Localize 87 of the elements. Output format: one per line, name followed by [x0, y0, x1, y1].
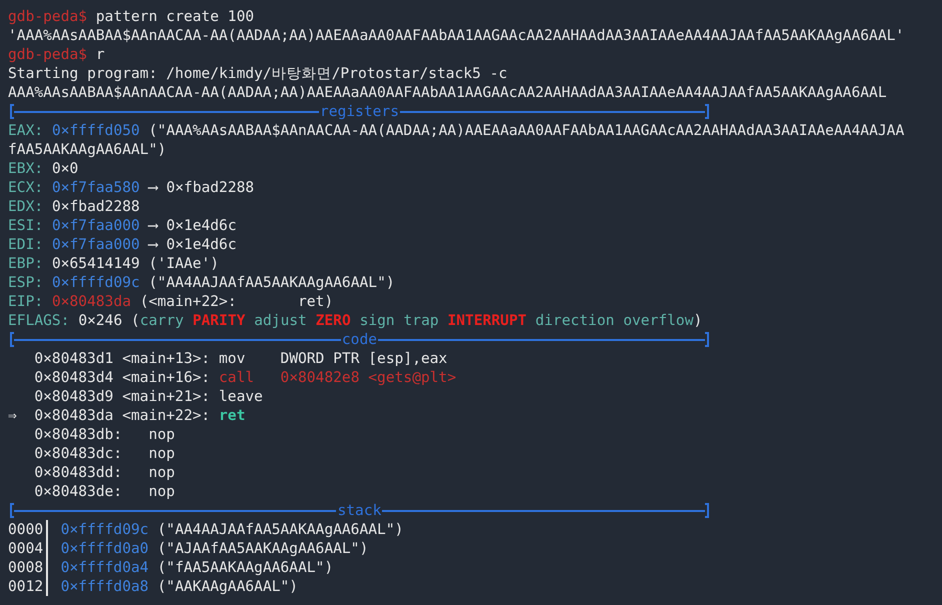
- pointer-arrow: ⟶: [148, 236, 158, 253]
- output-text: (: [131, 312, 140, 329]
- output-text: 0×80483d1: [34, 350, 114, 367]
- output-text: 0×fbad2288: [166, 179, 254, 196]
- address-text: 0×f7faa000: [52, 236, 140, 253]
- output-text: nop: [148, 445, 175, 462]
- flag-text: adjust: [254, 312, 307, 329]
- register-label: EBP:: [8, 255, 44, 272]
- prompt-text: gdb-peda$: [8, 8, 88, 25]
- output-text: ("AAKAAgAA6AAL"): [157, 578, 298, 595]
- flag-text: sign: [360, 312, 395, 329]
- flag-text: overflow: [623, 312, 694, 329]
- output-text: 0×80483dc:: [34, 445, 122, 462]
- flag-text: carry: [140, 312, 184, 329]
- output-text: fAA5AAKAAgAA6AAL"): [8, 141, 166, 158]
- address-text: 0×80483da: [52, 293, 132, 310]
- section-title: code: [340, 331, 378, 348]
- output-text: AAA%AAsAABAA$AAnAACAA-AA(AADAA;AA)AAEAAaAA0AAFAAbAA1AAGAAcAA2AAHAAdAA3AAIAAeAA4AAJAAfAA5AAKAAgAA6AAL: [8, 84, 887, 101]
- output-text: 0×80483d9: [34, 388, 114, 405]
- register-label: ESP:: [8, 274, 44, 291]
- output-text: ): [694, 312, 702, 329]
- stack-offset: 0000: [8, 521, 44, 538]
- output-text: r: [96, 46, 105, 63]
- output-text: <main+21>:: [122, 388, 210, 405]
- output-text: ("AA4AAJAAfAA5AAKAAgAA6AAL"): [157, 521, 404, 538]
- address-text: 0×ffffd09c: [60, 521, 149, 538]
- output-text: DWORD PTR [esp],eax: [280, 350, 448, 367]
- flag-text: trap: [404, 312, 439, 329]
- address-text: 0×ffffd0a4: [60, 559, 149, 576]
- output-text: nop: [148, 464, 175, 481]
- output-text: ("AA4AAJAAfAA5AAKAAgAA6AAL"): [148, 274, 395, 291]
- address-text: 0×ffffd09c: [52, 274, 140, 291]
- register-label: EDX:: [8, 198, 44, 215]
- register-label: ECX:: [8, 179, 44, 196]
- prompt-text: gdb-peda$: [8, 46, 88, 63]
- output-text: 0×65414149: [52, 255, 140, 272]
- output-text: nop: [148, 483, 175, 500]
- register-label: EFLAGS:: [8, 312, 70, 329]
- flag-text: PARITY: [192, 312, 246, 329]
- section-title: stack: [336, 502, 382, 519]
- output-text: pattern create 100: [96, 8, 254, 25]
- output-text: 0×80483de:: [34, 483, 122, 500]
- output-text: ("fAA5AAKAAgAA6AAL"): [157, 559, 334, 576]
- output-text: 'AAA%AAsAABAA$AAnAACAA-AA(AADAA;AA)AAEAAaAA0AAFAAbAA1AAGAAcAA2AAHAAdAA3AAIAAeAA4AAJAAfAA5AAKAAgAA6AAL': [8, 27, 904, 44]
- address-text: 0×ffffd0a0: [60, 540, 149, 557]
- stack-offset: 0004: [8, 540, 44, 557]
- register-label: EDI:: [8, 236, 44, 253]
- output-text: ("AAA%AAsAABAA$AAnAACAA-AA(AADAA;AA)AAEAAaAA0AAFAAbAA1AAGAAcAA2AAHAAdAA3AAIAAeAA4AAJAA: [148, 122, 904, 139]
- register-label: EBX:: [8, 160, 44, 177]
- address-text: 0×ffffd0a8: [60, 578, 149, 595]
- pointer-arrow: ⟶: [148, 179, 158, 196]
- address-text: 0×ffffd050: [52, 122, 140, 139]
- register-label: EAX:: [8, 122, 44, 139]
- instruction-text: call: [218, 369, 254, 386]
- output-text: ('IAAe'): [148, 255, 219, 272]
- output-text: 0×1e4d6c: [166, 217, 237, 234]
- output-text: 0×0: [52, 160, 78, 177]
- instruction-text: 0×80482e8 <gets@plt>: [280, 369, 456, 386]
- address-text: 0×f7faa000: [52, 217, 140, 234]
- register-label: EIP:: [8, 293, 44, 310]
- address-text: 0×f7faa580: [52, 179, 140, 196]
- pointer-arrow: ⟶: [148, 217, 158, 234]
- flag-text: direction: [535, 312, 614, 329]
- output-text: <main+22>:: [122, 407, 210, 424]
- output-text: <main+16>:: [122, 369, 210, 386]
- output-text: leave: [218, 388, 263, 405]
- output-text: 0×80483d4: [34, 369, 114, 386]
- output-text: mov: [218, 350, 246, 367]
- section-title: registers: [318, 103, 400, 120]
- output-text: 0×246: [78, 312, 122, 329]
- output-text: 0×80483dd:: [34, 464, 122, 481]
- current-line-arrow: ⇒: [8, 407, 17, 424]
- output-text: 0×fbad2288: [52, 198, 140, 215]
- output-text: <main+13>:: [122, 350, 210, 367]
- flag-text: INTERRUPT: [447, 312, 527, 329]
- output-text: 0×1e4d6c: [166, 236, 237, 253]
- stack-offset: 0012: [8, 578, 44, 595]
- output-text: ("AJAAfAA5AAKAAgAA6AAL"): [157, 540, 368, 557]
- flag-text: ZERO: [316, 312, 351, 329]
- register-label: ESI:: [8, 217, 44, 234]
- instruction-text: ret: [218, 407, 246, 424]
- output-text: (<main+22>: ret): [140, 293, 334, 310]
- output-text: nop: [148, 426, 175, 443]
- stack-offset: 0008: [8, 559, 44, 576]
- output-text: 0×80483db:: [34, 426, 122, 443]
- output-text: Starting program: /home/kimdy/바탕화면/Protostar/stack5 -c: [8, 65, 508, 82]
- output-text: 0×80483da: [34, 407, 114, 424]
